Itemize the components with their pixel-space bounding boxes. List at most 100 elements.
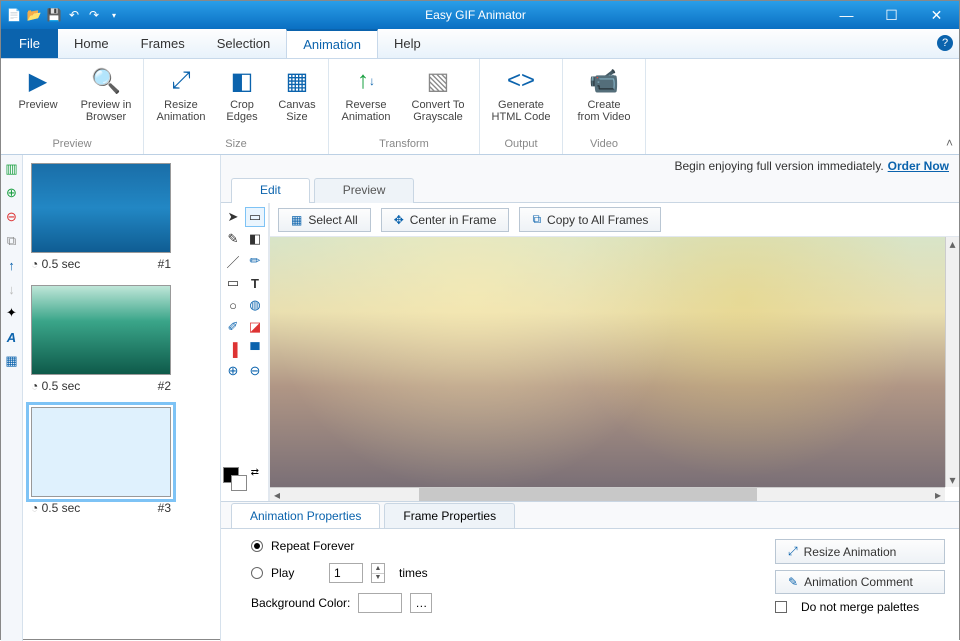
lasso-tool[interactable]: ✎ — [223, 229, 243, 249]
ribbon-collapse-icon[interactable]: ˄ — [946, 136, 953, 150]
add-frame-icon[interactable]: ⊕ — [4, 185, 20, 201]
pointer-tool[interactable]: ➤ — [223, 207, 243, 227]
redo-icon[interactable]: ↷ — [85, 6, 103, 24]
brush-tool[interactable]: ✏ — [245, 251, 265, 271]
tab-edit[interactable]: Edit — [231, 178, 310, 203]
canvas-icon: ▦ — [281, 65, 313, 97]
eraser-tool[interactable]: ◪ — [245, 317, 265, 337]
frame-item[interactable]: 0.5 sec#1 — [31, 163, 212, 271]
create-from-video-button[interactable]: 📹Create from Video — [569, 63, 639, 125]
effects-icon[interactable]: ✦ — [4, 305, 20, 321]
select-all-icon: ▦ — [291, 213, 302, 227]
times-label: times — [399, 566, 428, 580]
group-label-video: Video — [590, 138, 618, 152]
frame-number: #3 — [158, 501, 171, 515]
copy-to-frames-button[interactable]: ⧉Copy to All Frames — [519, 207, 661, 232]
flip-h-tool[interactable]: ▐ — [223, 339, 243, 359]
zoom-in-tool[interactable]: ⊕ — [223, 361, 243, 381]
canvas-toolbar: ▦Select All ✥Center in Frame ⧉Copy to Al… — [270, 203, 959, 237]
vertical-scrollbar[interactable]: ▴▾ — [945, 237, 959, 487]
tab-preview[interactable]: Preview — [314, 178, 415, 203]
resize-animation-shortcut[interactable]: ⤢Resize Animation — [775, 539, 945, 564]
background-color[interactable] — [231, 475, 247, 491]
text-tool[interactable]: T — [245, 273, 265, 293]
flip-v-tool[interactable]: ▀ — [245, 339, 265, 359]
menu-home[interactable]: Home — [58, 29, 125, 58]
browser-icon: 🔍 — [90, 65, 122, 97]
rect-tool[interactable]: ▭ — [223, 273, 243, 293]
fill-tool[interactable]: ◍ — [245, 295, 265, 315]
select-all-button[interactable]: ▦Select All — [278, 208, 371, 232]
open-icon[interactable]: 📂 — [25, 6, 43, 24]
spinner-buttons[interactable]: ▲▼ — [371, 563, 385, 583]
bg-color-picker-button[interactable]: … — [410, 593, 432, 613]
wand-tool[interactable]: ◧ — [245, 229, 265, 249]
save-icon[interactable]: 💾 — [45, 6, 63, 24]
swap-colors-icon[interactable]: ⇄ — [251, 467, 259, 478]
canvas-area: ▦Select All ✥Center in Frame ⧉Copy to Al… — [269, 203, 959, 501]
eyedropper-tool[interactable]: ✐ — [223, 317, 243, 337]
ellipse-tool[interactable]: ○ — [223, 295, 243, 315]
marquee-tool[interactable]: ▭ — [245, 207, 265, 227]
window-controls: — ☐ ✕ — [824, 1, 959, 29]
maximize-button[interactable]: ☐ — [869, 1, 914, 29]
ribbon: ▶Preview 🔍Preview in Browser Preview ⤢Re… — [1, 59, 959, 155]
zoom-out-tool[interactable]: ⊖ — [245, 361, 265, 381]
duplicate-frame-icon[interactable]: ⧉ — [4, 233, 20, 249]
reverse-animation-button[interactable]: ↑↓Reverse Animation — [335, 63, 397, 125]
bg-color-swatch[interactable] — [358, 593, 402, 613]
resize-animation-button[interactable]: ⤢Resize Animation — [150, 63, 212, 125]
minimize-button[interactable]: — — [824, 1, 869, 29]
new-icon[interactable]: 📄 — [5, 6, 23, 24]
undo-icon[interactable]: ↶ — [65, 6, 83, 24]
group-label-preview: Preview — [52, 138, 91, 152]
tab-frame-properties[interactable]: Frame Properties — [384, 503, 515, 528]
grayscale-icon: ▧ — [422, 65, 454, 97]
menu-selection[interactable]: Selection — [201, 29, 286, 58]
frame-thumbnail — [31, 407, 171, 497]
horizontal-scrollbar[interactable]: ◂▸ — [270, 487, 945, 501]
play-option[interactable]: Play — [271, 566, 321, 580]
delete-frame-icon[interactable]: ⊖ — [4, 209, 20, 225]
grayscale-button[interactable]: ▧Convert To Grayscale — [403, 63, 473, 125]
generate-html-button[interactable]: <>Generate HTML Code — [486, 63, 556, 125]
insert-frame-icon[interactable]: ▥ — [4, 161, 20, 177]
crop-edges-button[interactable]: ◧Crop Edges — [218, 63, 266, 125]
canvas-size-button[interactable]: ▦Canvas Size — [272, 63, 322, 125]
text-tool-icon[interactable]: A — [4, 329, 20, 345]
move-up-icon[interactable]: ↑ — [4, 257, 20, 273]
canvas-image[interactable] — [270, 237, 945, 487]
preview-browser-button[interactable]: 🔍Preview in Browser — [75, 63, 137, 125]
reverse-icon: ↑↓ — [350, 65, 382, 97]
editor-tabs: Edit Preview — [221, 177, 959, 203]
tab-animation-properties[interactable]: Animation Properties — [231, 503, 380, 528]
qat-dropdown-icon[interactable]: ▾ — [105, 6, 123, 24]
move-down-icon[interactable]: ↓ — [4, 281, 20, 297]
animation-comment-button[interactable]: ✎Animation Comment — [775, 570, 945, 594]
menu-animation[interactable]: Animation — [286, 29, 378, 58]
file-menu[interactable]: File — [1, 29, 58, 58]
help-icon[interactable]: ? — [937, 35, 953, 51]
order-now-link[interactable]: Order Now — [888, 159, 949, 173]
radio-icon[interactable] — [251, 567, 263, 579]
grid-icon[interactable]: ▦ — [4, 353, 20, 369]
color-swatches[interactable]: ⇄ — [223, 467, 253, 497]
canvas-viewport: ▴▾ ◂▸ — [270, 237, 959, 501]
close-button[interactable]: ✕ — [914, 1, 959, 29]
menu-frames[interactable]: Frames — [125, 29, 201, 58]
order-bar: Begin enjoying full version immediately.… — [221, 155, 959, 177]
menu-help[interactable]: Help — [378, 29, 437, 58]
center-in-frame-button[interactable]: ✥Center in Frame — [381, 208, 510, 232]
editor-row: ➤▭ ✎◧ ／✏ ▭T ○◍ ✐◪ ▐▀ ⊕⊖ ⇄ ▦Select All ✥C… — [221, 203, 959, 501]
frame-item[interactable]: 0.5 sec#3 — [31, 407, 212, 515]
line-tool[interactable]: ／ — [223, 251, 243, 271]
merge-palettes-checkbox[interactable]: Do not merge palettes — [775, 600, 945, 614]
play-count-input[interactable]: 1 — [329, 563, 363, 583]
repeat-forever-option[interactable]: Repeat Forever — [251, 539, 432, 553]
frame-number: #2 — [158, 379, 171, 393]
frame-item[interactable]: 0.5 sec#2 — [31, 285, 212, 393]
play-icon: ▶ — [22, 65, 54, 97]
copy-icon: ⧉ — [532, 212, 541, 227]
property-tabs: Animation Properties Frame Properties — [221, 501, 959, 529]
preview-button[interactable]: ▶Preview — [7, 63, 69, 125]
